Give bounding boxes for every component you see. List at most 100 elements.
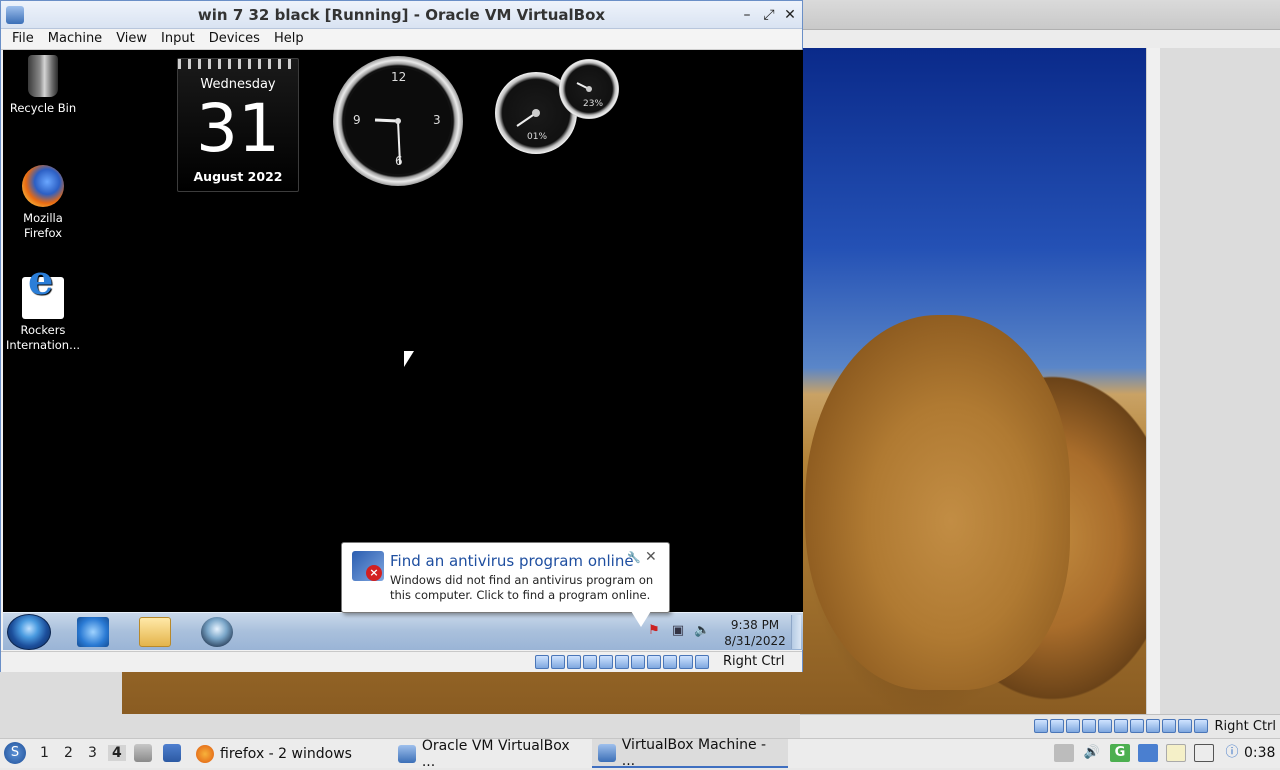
menu-view[interactable]: View xyxy=(109,29,154,49)
optical-icon[interactable] xyxy=(551,655,565,669)
task-virtualbox-machine[interactable]: VirtualBox Machine - ... xyxy=(592,736,788,769)
volume-icon[interactable]: 🔊 xyxy=(1082,744,1102,762)
workspace-1[interactable]: 1 xyxy=(40,745,49,761)
clipboard-icon[interactable] xyxy=(1054,744,1074,762)
close-icon[interactable]: ✕ xyxy=(782,7,798,23)
background-window-titlebar[interactable] xyxy=(800,0,1280,30)
host-clock[interactable]: 0:38 xyxy=(1244,745,1275,761)
recycle-bin-icon xyxy=(28,55,58,97)
recording-icon[interactable] xyxy=(1146,719,1160,733)
optical-icon[interactable] xyxy=(1050,719,1064,733)
hdd-icon[interactable] xyxy=(1034,719,1048,733)
display-icon[interactable] xyxy=(631,655,645,669)
cpu-icon[interactable] xyxy=(663,655,677,669)
menu-devices[interactable]: Devices xyxy=(202,29,267,49)
virtualbox-statusbar: Right Ctrl xyxy=(1,651,802,672)
workspace-3[interactable]: 3 xyxy=(88,745,97,761)
show-desktop-button[interactable] xyxy=(791,615,801,649)
menu-input[interactable]: Input xyxy=(154,29,202,49)
desktop-icon-rockers[interactable]: Rockers Internation... xyxy=(3,273,83,353)
recording-icon[interactable] xyxy=(647,655,661,669)
terminal-icon[interactable] xyxy=(163,744,181,762)
shared-folder-icon[interactable] xyxy=(1114,719,1128,733)
cpu-icon[interactable] xyxy=(1162,719,1176,733)
background-window-scrollbar[interactable] xyxy=(1146,48,1160,714)
desktop-icon-label: Rockers Internation... xyxy=(5,323,81,352)
network-icon[interactable]: ▣ xyxy=(670,623,686,639)
virtualbox-window: win 7 32 black [Running] - Oracle VM Vir… xyxy=(0,0,803,672)
notification-title[interactable]: Find an antivirus program online xyxy=(390,552,634,570)
clock-hour-hand xyxy=(374,118,399,123)
display-icon[interactable] xyxy=(1138,744,1158,762)
file-manager-icon[interactable] xyxy=(134,744,152,762)
taskbar-media-player-icon[interactable] xyxy=(201,617,233,647)
volume-icon[interactable]: 🔈 xyxy=(694,623,710,639)
usb-icon[interactable] xyxy=(599,655,613,669)
guest-taskbar: ⚑ ▣ 🔈 9:38 PM 8/31/2022 xyxy=(3,612,803,650)
status-device-icons xyxy=(1034,719,1208,733)
keyboard-icon[interactable] xyxy=(1194,719,1208,733)
task-firefox[interactable]: firefox - 2 windows xyxy=(190,739,390,768)
calendar-gadget[interactable]: Wednesday 31 August 2022 xyxy=(177,58,299,192)
audio-icon[interactable] xyxy=(567,655,581,669)
hdd-icon[interactable] xyxy=(535,655,549,669)
shared-folder-icon[interactable] xyxy=(615,655,629,669)
mouse-integration-icon[interactable] xyxy=(679,655,693,669)
taskbar-explorer-icon[interactable] xyxy=(139,617,171,647)
network-icon[interactable] xyxy=(583,655,597,669)
host-key-label: Right Ctrl xyxy=(723,654,785,669)
close-icon[interactable]: ✕ xyxy=(645,549,657,565)
antivirus-notification[interactable]: × Find an antivirus program online Windo… xyxy=(341,542,670,613)
task-virtualbox-manager[interactable]: Oracle VM VirtualBox ... xyxy=(392,737,592,770)
start-button[interactable] xyxy=(7,614,51,650)
menubar: File Machine View Input Devices Help xyxy=(1,29,802,50)
workspace-2[interactable]: 2 xyxy=(64,745,73,761)
screen-icon[interactable] xyxy=(1194,744,1214,762)
updates-icon[interactable]: G xyxy=(1110,744,1130,762)
menu-machine[interactable]: Machine xyxy=(41,29,109,49)
background-window-menubar xyxy=(800,30,1280,48)
virtualbox-icon xyxy=(598,743,616,762)
host-panel: S 1 2 3 4 firefox - 2 windows Oracle VM … xyxy=(0,736,1280,770)
status-device-icons xyxy=(535,655,709,669)
host-system-tray: 🔊 G ⓘ xyxy=(1054,744,1242,762)
notification-body[interactable]: Windows did not find an antivirus progra… xyxy=(390,573,665,603)
display-icon[interactable] xyxy=(1130,719,1144,733)
guest-clock[interactable]: 9:38 PM 8/31/2022 xyxy=(715,617,795,649)
usb-icon[interactable] xyxy=(1098,719,1112,733)
info-icon[interactable]: ⓘ xyxy=(1222,744,1242,762)
clock-hands xyxy=(374,118,401,165)
desktop-icon-firefox[interactable]: Mozilla Firefox xyxy=(3,165,83,241)
taskbar-internet-explorer-icon[interactable] xyxy=(77,617,109,647)
error-icon: × xyxy=(366,565,382,581)
application-menu-icon[interactable]: S xyxy=(4,742,26,764)
guest-system-tray: ⚑ ▣ 🔈 xyxy=(646,623,710,639)
clock-gadget[interactable]: 12 3 6 9 xyxy=(333,56,463,186)
desktop-icon-recycle-bin[interactable]: Recycle Bin xyxy=(3,55,83,116)
host-key-label: Right Ctrl xyxy=(1214,719,1277,734)
calendar-day-number: 31 xyxy=(196,90,280,167)
task-label: VirtualBox Machine - ... xyxy=(621,736,767,769)
calendar-month-year: August 2022 xyxy=(193,169,283,184)
menu-help[interactable]: Help xyxy=(267,29,311,49)
notes-icon[interactable] xyxy=(1166,744,1186,762)
mouse-cursor xyxy=(404,351,414,367)
task-label: firefox - 2 windows xyxy=(220,745,352,762)
menu-file[interactable]: File xyxy=(5,29,41,49)
memory-meter-needle xyxy=(576,82,592,92)
mouse-integration-icon[interactable] xyxy=(1178,719,1192,733)
memory-meter-gadget[interactable]: 23% xyxy=(559,59,619,119)
minimize-icon[interactable]: – xyxy=(739,7,755,23)
options-wrench-icon[interactable]: 🔧 xyxy=(627,551,641,564)
maximize-icon[interactable]: ⤢ xyxy=(761,7,777,23)
workspace-4[interactable]: 4 xyxy=(108,745,126,761)
desktop-icon-label: Recycle Bin xyxy=(9,101,77,115)
network-icon[interactable] xyxy=(1082,719,1096,733)
virtualbox-icon xyxy=(398,744,416,763)
audio-icon[interactable] xyxy=(1066,719,1080,733)
task-label: Oracle VM VirtualBox ... xyxy=(421,737,570,770)
firefox-icon xyxy=(196,744,214,763)
memory-meter-value: 23% xyxy=(583,99,604,109)
keyboard-icon[interactable] xyxy=(695,655,709,669)
window-titlebar[interactable]: win 7 32 black [Running] - Oracle VM Vir… xyxy=(1,1,802,29)
